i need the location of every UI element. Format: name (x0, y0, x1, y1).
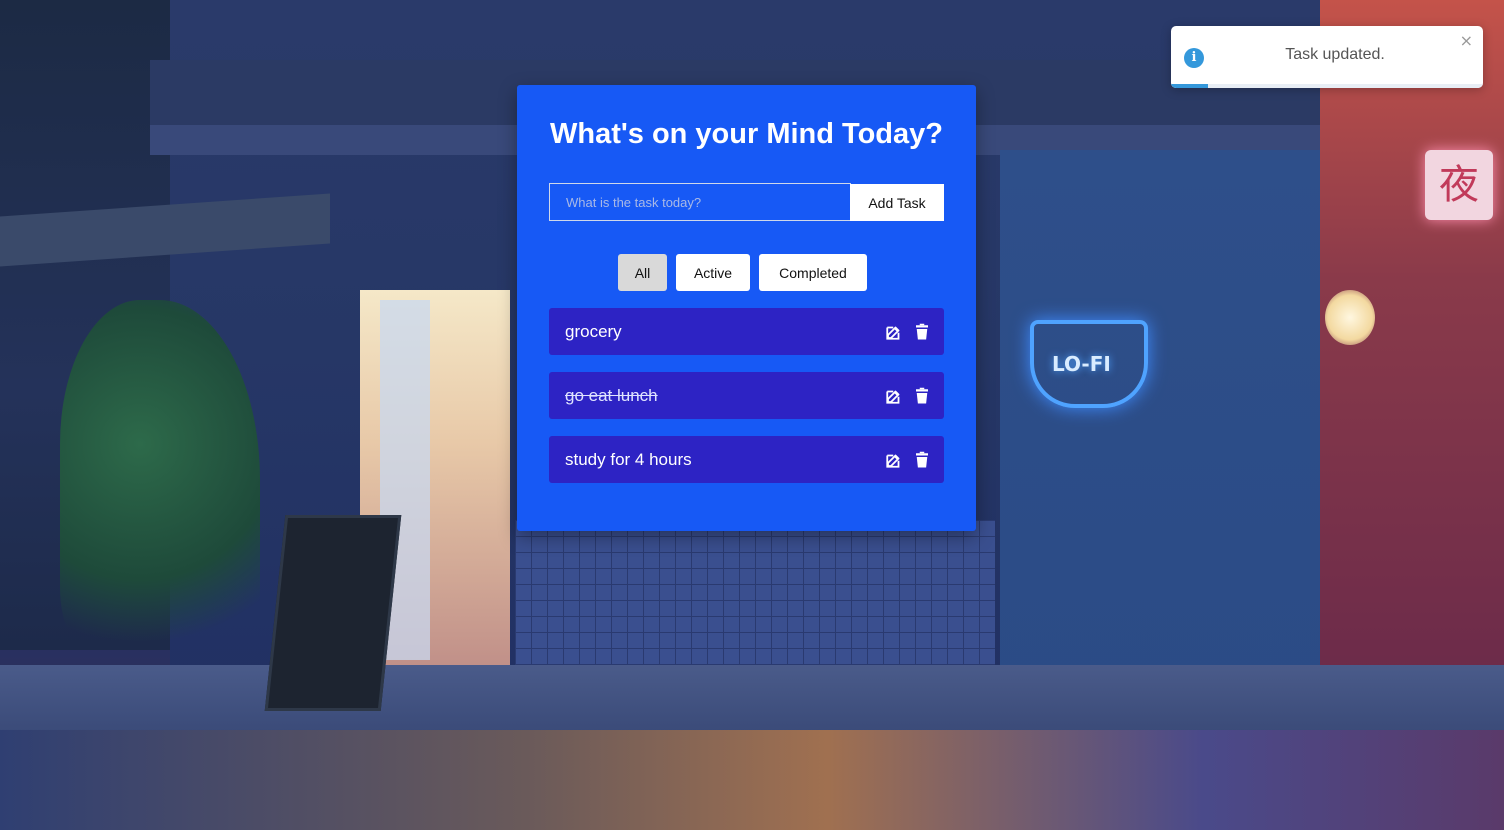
neon-sign-text: LO-FI (1052, 352, 1111, 376)
edit-icon[interactable] (885, 387, 903, 405)
filter-active-button[interactable]: Active (676, 254, 750, 291)
trash-icon[interactable] (913, 323, 931, 341)
right-wall (1000, 150, 1320, 700)
toast-progress-track (1171, 84, 1483, 88)
sidewalk (0, 665, 1504, 735)
toast-progress-bar (1171, 84, 1209, 88)
edit-icon[interactable] (885, 323, 903, 341)
task-input[interactable] (549, 183, 851, 221)
task-text: go eat lunch (565, 386, 658, 405)
filter-completed-button[interactable]: Completed (759, 254, 867, 291)
night-sign: 夜 (1425, 150, 1493, 220)
foliage (60, 300, 260, 660)
add-task-button[interactable]: Add Task (850, 184, 944, 221)
page-title: What's on your Mind Today? (549, 118, 943, 150)
street (0, 730, 1504, 830)
filter-all-button[interactable]: All (618, 254, 667, 291)
task-item[interactable]: study for 4 hours (549, 436, 944, 483)
menu-board (264, 515, 402, 711)
right-building (1320, 0, 1504, 700)
close-icon[interactable]: × (1460, 31, 1473, 50)
paper-lantern (1325, 290, 1375, 345)
task-text: grocery (565, 322, 622, 341)
tile-wall (515, 520, 995, 680)
task-item[interactable]: go eat lunch (549, 372, 944, 419)
toast-message: Task updated. (1285, 46, 1385, 63)
toast-notification[interactable]: i Task updated. × (1171, 26, 1483, 88)
trash-icon[interactable] (913, 387, 931, 405)
task-text: study for 4 hours (565, 450, 692, 469)
edit-icon[interactable] (885, 451, 903, 469)
task-item[interactable]: grocery (549, 308, 944, 355)
trash-icon[interactable] (913, 451, 931, 469)
